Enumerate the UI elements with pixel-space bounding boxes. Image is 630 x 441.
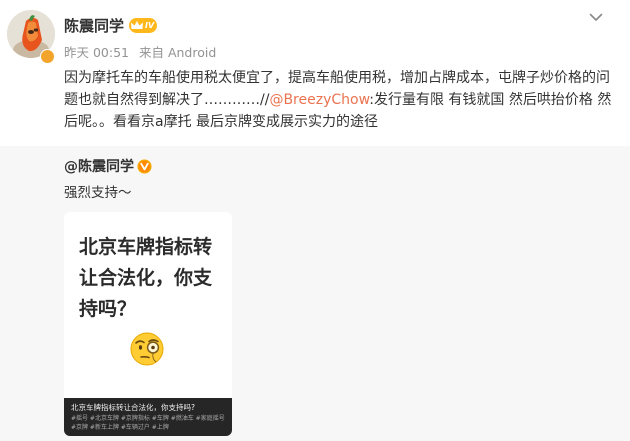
repost-author-row: @陈震同学 <box>64 156 152 176</box>
repost-text: 强烈支持～ <box>64 185 132 201</box>
monocle-face-icon <box>130 332 164 366</box>
vip-level: IV <box>145 20 155 30</box>
card-footer: 北京车牌指标转让合法化，你支持吗? #摇号 #北京车牌 #京牌指标 #车牌 #燃… <box>64 398 232 436</box>
post-time[interactable]: 昨天 00:51 <box>64 45 129 60</box>
chevron-down-icon[interactable] <box>588 9 604 25</box>
card-footer-title: 北京车牌指标转让合法化，你支持吗? <box>71 403 195 412</box>
avatar-verified-badge <box>40 49 55 64</box>
post-source: 来自 Android <box>138 45 217 60</box>
video-card[interactable]: 北京车牌指标转让合法化，你支持吗？ 北京车牌指标转让合法化，你支持吗? #摇号 … <box>64 212 232 436</box>
card-title: 北京车牌指标转让合法化，你支持吗？ <box>79 236 213 320</box>
repost-section[interactable]: @陈震同学 强烈支持～ 北京车牌指标转让合法化，你支持吗？ 北京车牌指标转让合法… <box>0 146 630 441</box>
post-content: 因为摩托车的车船使用税太便宜了，提高车船使用税，增加占牌成本，屯牌子炒价格的问题… <box>64 67 620 133</box>
author-name[interactable]: 陈震同学 <box>64 15 124 36</box>
post-meta: 昨天 00:51 来自 Android <box>64 42 216 61</box>
crown-icon <box>131 20 144 29</box>
vip-badge[interactable]: IV <box>129 17 158 33</box>
repost-author-name[interactable]: @陈震同学 <box>64 156 134 176</box>
card-footer-tags: #摇号 #北京车牌 #京牌指标 #车牌 #燃油车 #家庭摇号 #京牌 #新车上牌… <box>71 415 225 431</box>
weibo-post: 陈震同学 IV 昨天 00:51 来自 Android 因为摩托车的车船使用税太… <box>0 0 630 441</box>
author-row: 陈震同学 IV <box>64 14 158 36</box>
mention-link[interactable]: @BreezyChow <box>269 92 369 108</box>
gold-v-icon <box>137 158 152 174</box>
